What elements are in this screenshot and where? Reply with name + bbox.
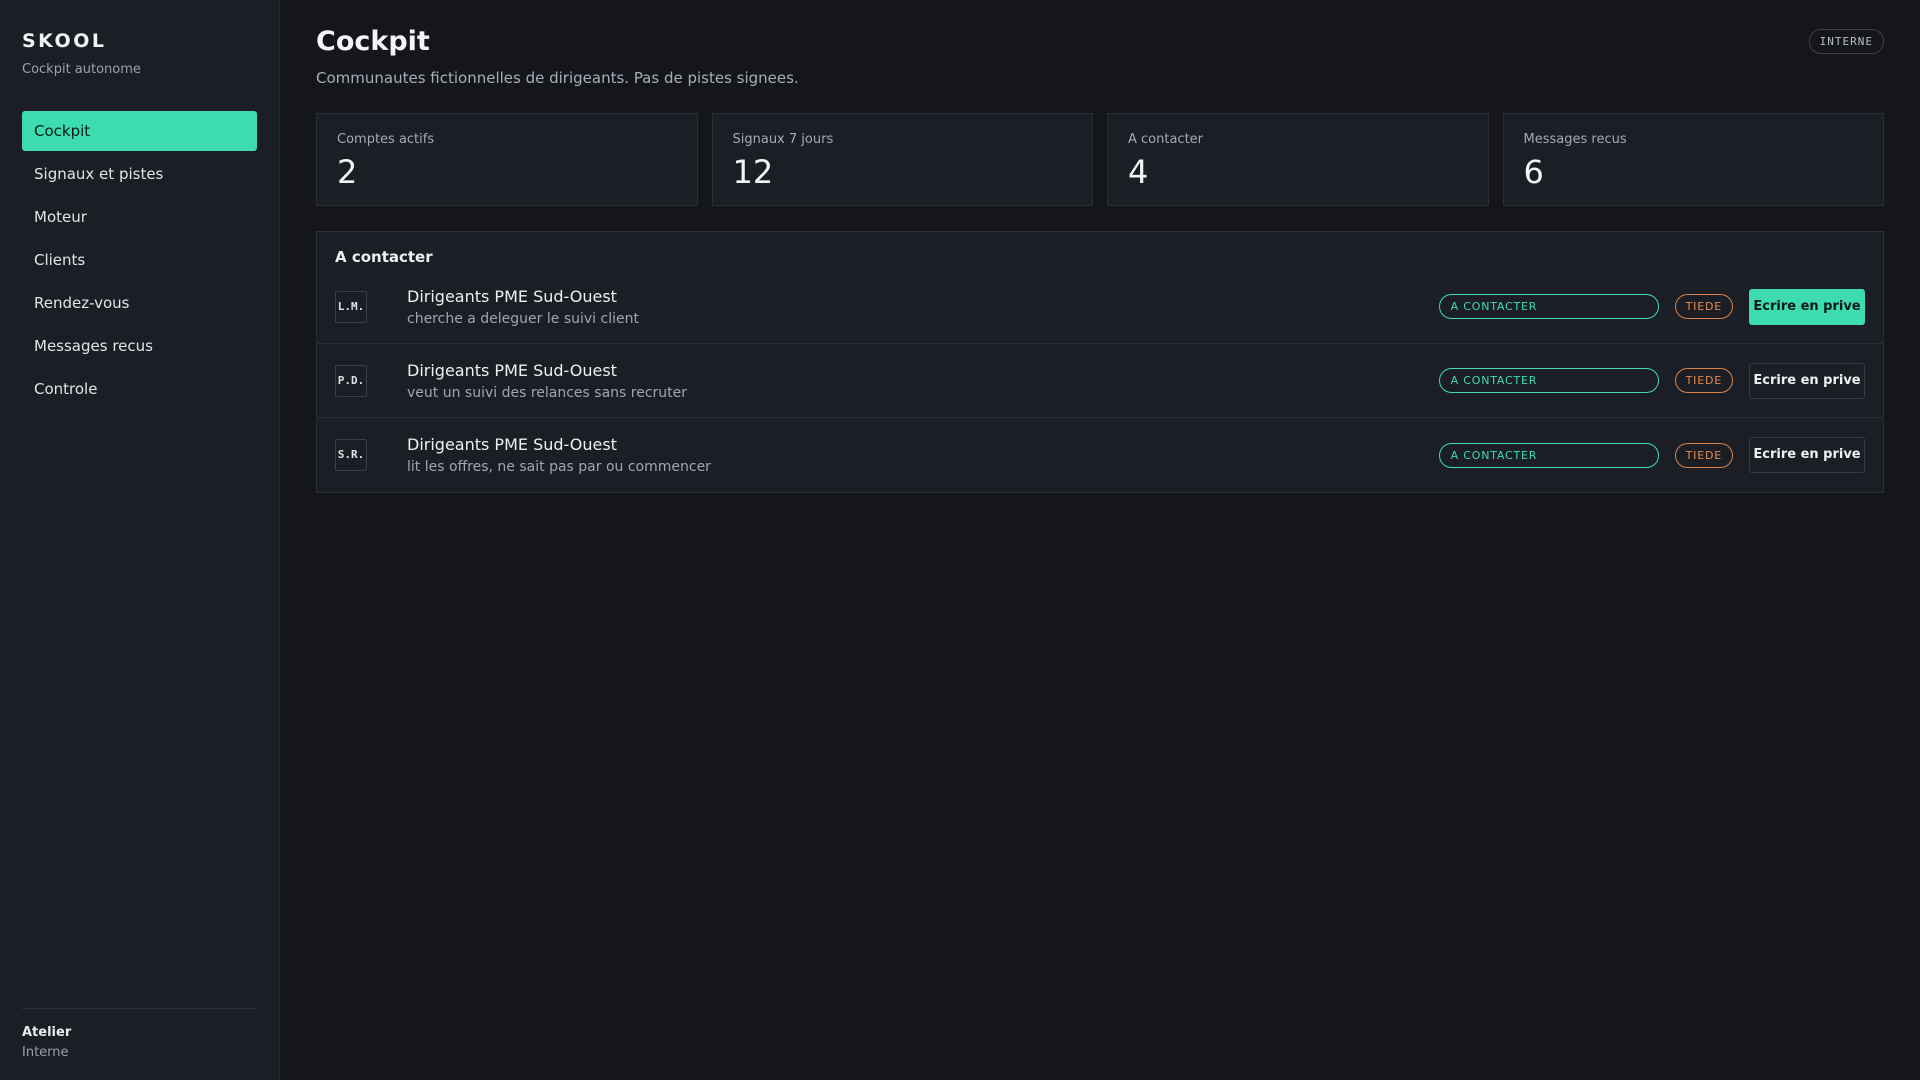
sidebar-item-cockpit[interactable]: Cockpit: [22, 111, 257, 151]
sidebar-item-moteur[interactable]: Moteur: [22, 197, 257, 237]
page-subtitle: Communautes fictionnelles de dirigeants.…: [316, 69, 799, 87]
brand-title: SKOOL: [22, 30, 107, 52]
brand-subtitle: Cockpit autonome: [22, 62, 141, 77]
workspace-name: Atelier: [22, 1025, 72, 1040]
temperature-badge: TIEDE: [1674, 368, 1733, 393]
list-item: L.M. Dirigeants PME Sud-Ouest cherche a …: [317, 270, 1883, 344]
sidebar-item-clients[interactable]: Clients: [22, 240, 257, 280]
stat-label: Messages recus: [1523, 132, 1627, 147]
status-badge: A CONTACTER: [1438, 294, 1659, 319]
panel-title: A contacter: [335, 248, 433, 266]
row-text: Dirigeants PME Sud-Ouest lit les offres,…: [407, 435, 1439, 475]
row-title: Dirigeants PME Sud-Ouest: [407, 286, 617, 306]
sidebar: SKOOL Cockpit autonome Cockpit Signaux e…: [0, 0, 280, 1080]
write-private-button[interactable]: Ecrire en prive: [1749, 288, 1865, 325]
sidebar-item-controle[interactable]: Controle: [22, 369, 257, 409]
sidebar-item-rendez-vous[interactable]: Rendez-vous: [22, 283, 257, 323]
app-shell: SKOOL Cockpit autonome Cockpit Signaux e…: [0, 0, 1920, 1080]
temperature-badge: TIEDE: [1674, 442, 1733, 468]
stat-card-signaux-7-jours: Signaux 7 jours 12: [711, 113, 1093, 206]
avatar: S.R.: [335, 439, 367, 471]
row-title: Dirigeants PME Sud-Ouest: [407, 435, 617, 454]
sidebar-item-signaux-et-pistes[interactable]: Signaux et pistes: [22, 154, 257, 194]
stat-card-messages-recus: Messages recus 6: [1502, 113, 1884, 206]
stat-value: 4: [1128, 153, 1149, 191]
internal-badge: INTERNE: [1808, 29, 1884, 54]
sidebar-item-messages-recus[interactable]: Messages recus: [22, 326, 257, 366]
avatar: L.M.: [335, 290, 367, 323]
contact-panel: A contacter L.M. Dirigeants PME Sud-Oues…: [316, 231, 1884, 493]
list-item: P.D. Dirigeants PME Sud-Ouest veut un su…: [317, 344, 1883, 418]
sidebar-footer: Atelier Interne: [22, 1008, 257, 1060]
row-text: Dirigeants PME Sud-Ouest veut un suivi d…: [407, 361, 1439, 401]
main-content: Cockpit Communautes fictionnelles de dir…: [280, 0, 1920, 1080]
status-badge: A CONTACTER: [1438, 368, 1659, 393]
avatar: P.D.: [335, 364, 367, 397]
stat-label: Signaux 7 jours: [732, 132, 834, 147]
stat-value: 12: [732, 153, 774, 191]
stat-value: 2: [337, 153, 358, 191]
row-text: Dirigeants PME Sud-Ouest cherche a deleg…: [407, 287, 1439, 327]
temperature-badge: TIEDE: [1674, 294, 1733, 319]
row-description: lit les offres, ne sait pas par ou comme…: [407, 459, 711, 475]
row-description: cherche a deleguer le suivi client: [407, 310, 639, 327]
workspace-role: Interne: [22, 1045, 69, 1060]
stat-value: 6: [1523, 153, 1544, 191]
page-title: Cockpit: [316, 26, 430, 57]
list-item: S.R. Dirigeants PME Sud-Ouest lit les of…: [317, 418, 1883, 492]
status-badge: A CONTACTER: [1438, 442, 1659, 468]
stat-label: A contacter: [1128, 132, 1204, 147]
write-private-button[interactable]: Ecrire en prive: [1749, 437, 1865, 473]
stat-label: Comptes actifs: [337, 132, 435, 147]
stat-card-a-contacter: A contacter 4: [1107, 113, 1489, 206]
row-description: veut un suivi des relances sans recruter: [407, 384, 688, 401]
stats-row: Comptes actifs 2 Signaux 7 jours 12 A co…: [316, 113, 1884, 206]
write-private-button[interactable]: Ecrire en prive: [1749, 362, 1865, 399]
sidebar-nav: Cockpit Signaux et pistes Moteur Clients…: [22, 111, 257, 409]
row-title: Dirigeants PME Sud-Ouest: [407, 360, 617, 380]
stat-card-comptes-actifs: Comptes actifs 2: [316, 113, 698, 206]
